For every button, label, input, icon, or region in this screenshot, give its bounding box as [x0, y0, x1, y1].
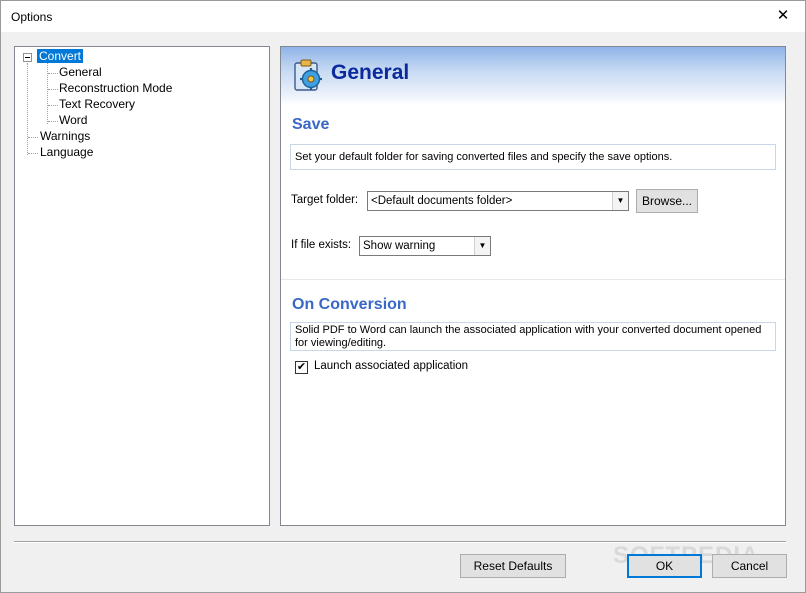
tree-item-label: General [59, 65, 102, 79]
reset-defaults-button[interactable]: Reset Defaults [460, 554, 566, 578]
tree-item-warnings[interactable]: Warnings [38, 129, 92, 145]
cancel-button[interactable]: Cancel [712, 554, 787, 578]
tree-item-label: Word [59, 113, 88, 127]
chevron-down-icon[interactable]: ▼ [474, 237, 490, 255]
options-tree[interactable]: Convert General Reconstruction Mode Text… [14, 46, 270, 526]
if-file-exists-dropdown[interactable]: Show warning ▼ [359, 236, 491, 256]
if-file-exists-label: If file exists: [291, 239, 352, 251]
tree-item-text-recovery[interactable]: Text Recovery [57, 97, 137, 113]
conversion-section-title: On Conversion [292, 296, 407, 313]
settings-gear-clipboard-icon [294, 59, 322, 91]
panel-title: General [331, 61, 410, 84]
tree-item-language[interactable]: Language [38, 145, 95, 161]
close-button[interactable]: ✕ [761, 1, 805, 32]
tree-item-label: Reconstruction Mode [59, 81, 173, 95]
save-section-title: Save [292, 116, 330, 133]
tree-item-label: Text Recovery [59, 97, 136, 111]
ok-button[interactable]: OK [627, 554, 702, 578]
target-folder-label: Target folder: [291, 194, 359, 206]
panel-header: General [281, 47, 785, 105]
tree-connector [28, 153, 38, 154]
tree-item-label: Language [40, 145, 94, 159]
title-bar[interactable]: Options ✕ [1, 1, 805, 32]
target-folder-dropdown[interactable]: <Default documents folder> ▼ [367, 191, 629, 211]
launch-app-label[interactable]: Launch associated application [314, 360, 468, 372]
target-folder-value: <Default documents folder> [371, 195, 513, 207]
options-dialog: Options ✕ Convert General Reconstruction… [0, 0, 806, 593]
collapse-icon[interactable] [23, 53, 32, 62]
if-file-exists-value: Show warning [363, 240, 436, 252]
save-description: Set your default folder for saving conve… [290, 144, 776, 170]
tree-item-word[interactable]: Word [57, 113, 89, 129]
conversion-description: Solid PDF to Word can launch the associa… [290, 322, 776, 351]
browse-button[interactable]: Browse... [636, 189, 698, 213]
window-title: Options [11, 10, 53, 24]
section-divider [281, 279, 785, 280]
tree-item-label: Convert [37, 49, 84, 63]
tree-connector [27, 63, 28, 155]
chevron-down-icon[interactable]: ▼ [612, 192, 628, 210]
tree-connector [28, 137, 38, 138]
tree-item-general[interactable]: General [57, 65, 104, 81]
tree-item-reconstruction-mode[interactable]: Reconstruction Mode [57, 81, 174, 97]
tree-item-convert[interactable]: Convert [37, 49, 84, 65]
settings-panel: General Save Set your default folder for… [280, 46, 786, 526]
tree-item-label: Warnings [40, 129, 91, 143]
launch-app-checkbox[interactable]: ✔ [295, 361, 308, 374]
